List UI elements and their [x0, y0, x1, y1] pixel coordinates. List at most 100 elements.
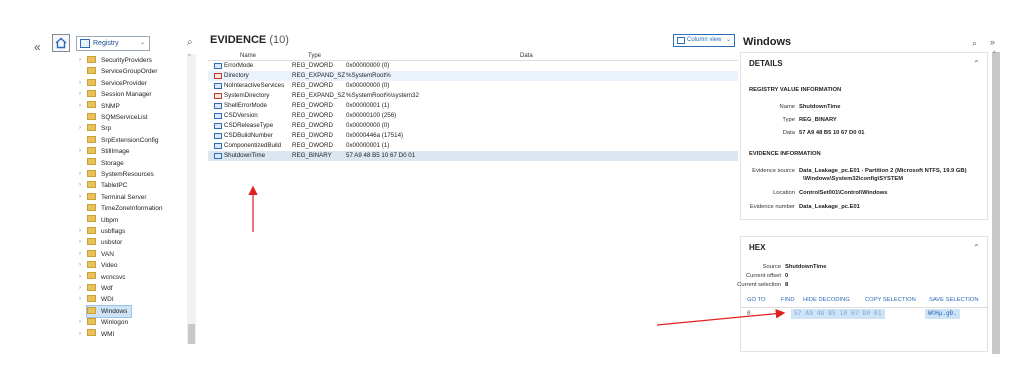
tree-item[interactable]: › usbstor: [79, 237, 122, 248]
scroll-up-icon[interactable]: ^: [188, 54, 191, 60]
scrollbar-thumb[interactable]: [188, 324, 195, 344]
hex-ascii-selection[interactable]: W©Hµ.gÐ.: [925, 309, 960, 319]
expand-arrow-icon[interactable]: ›: [79, 329, 81, 340]
tree-item[interactable]: › SNMP: [79, 101, 120, 112]
tree-item[interactable]: › ServiceProvider: [79, 78, 147, 89]
tree-item[interactable]: › Video: [79, 260, 118, 271]
tree-item[interactable]: SQMServiceList: [87, 112, 148, 123]
tree-item-label: usbflags: [101, 228, 126, 235]
tree-item[interactable]: Storage: [87, 158, 124, 169]
save-selection-button[interactable]: SAVE SELECTION: [929, 297, 979, 303]
tree-item[interactable]: TimeZoneInformation: [87, 203, 163, 214]
binary-value-icon: [214, 113, 222, 119]
expand-arrow-icon[interactable]: ›: [79, 226, 81, 237]
cell-data: %SystemRoot%: [346, 72, 391, 79]
tree-item[interactable]: › VAN: [79, 249, 114, 260]
back-icon[interactable]: «: [34, 40, 41, 54]
tree-item[interactable]: › wcncsvc: [79, 272, 126, 283]
tree-item-label: SecurityProviders: [101, 57, 152, 64]
find-button[interactable]: FIND: [781, 297, 795, 303]
expand-arrow-icon[interactable]: ›: [79, 78, 81, 89]
name-label: Name: [779, 104, 795, 110]
tree-item[interactable]: ServiceGroupOrder: [87, 66, 157, 77]
table-row[interactable]: ShutdownTime REG_BINARY 57 A9 48 B5 10 67 …: [208, 151, 738, 161]
collapse-panel-icon[interactable]: »: [990, 37, 995, 47]
collapse-icon[interactable]: ⌃: [973, 243, 980, 252]
tree-item[interactable]: › WDI: [79, 294, 114, 305]
table-row[interactable]: CSDVersion REG_DWORD 0x00000100 (256): [208, 111, 738, 121]
hex-bytes-selection[interactable]: 57 A9 48 B5 10 67 D0 01: [791, 309, 885, 319]
expand-arrow-icon[interactable]: ›: [79, 146, 81, 157]
tree-item-label: SQMServiceList: [101, 114, 148, 121]
tree-item[interactable]: › Terminal Server: [79, 192, 147, 203]
tree-item[interactable]: › usbflags: [79, 226, 126, 237]
tree-item[interactable]: Windows: [85, 304, 133, 318]
go-to-button[interactable]: GO TO: [747, 297, 765, 303]
expand-arrow-icon[interactable]: ›: [79, 55, 81, 66]
tree-item[interactable]: Ubpm: [87, 215, 118, 226]
tree-item[interactable]: › StillImage: [79, 146, 130, 157]
collapse-icon[interactable]: ⌃: [973, 59, 980, 68]
table-row[interactable]: Directory REG_EXPAND_SZ %SystemRoot%: [208, 71, 738, 81]
source-path-link[interactable]: \Windows\System32\config\SYSTEM: [803, 175, 903, 183]
search-icon[interactable]: ⌕: [972, 38, 977, 49]
expand-arrow-icon[interactable]: ›: [79, 101, 81, 112]
expand-arrow-icon[interactable]: ›: [79, 89, 81, 100]
current-selection-row: Current selection 8: [737, 281, 989, 289]
tree-item[interactable]: › Wdf: [79, 283, 113, 294]
binary-value-icon: [214, 123, 222, 129]
tree-item[interactable]: › SystemResources: [79, 169, 154, 180]
panel-scrollbar[interactable]: ^: [992, 51, 1000, 354]
expand-arrow-icon[interactable]: ›: [79, 123, 81, 134]
folder-icon: [87, 295, 96, 303]
expand-arrow-icon[interactable]: ›: [79, 283, 81, 294]
expand-arrow-icon[interactable]: ›: [79, 317, 81, 328]
column-header-type[interactable]: Type: [308, 52, 321, 61]
expand-arrow-icon[interactable]: ›: [79, 272, 81, 283]
expand-arrow-icon[interactable]: ›: [79, 260, 81, 271]
tree-item[interactable]: SrpExtensionConfig: [87, 135, 158, 146]
tree-scrollbar[interactable]: ^: [187, 54, 196, 344]
column-header-data[interactable]: Data: [520, 52, 533, 61]
column-header-name[interactable]: Name: [240, 52, 256, 61]
registry-tree: › SecurityProviders ServiceGroupOrder › Serv…: [32, 54, 202, 344]
table-row[interactable]: CSDReleaseType REG_DWORD 0x00000000 (0): [208, 121, 738, 131]
expand-arrow-icon[interactable]: ›: [79, 180, 81, 191]
copy-selection-button[interactable]: COPY SELECTION: [865, 297, 916, 303]
registry-icon: [80, 39, 90, 48]
hide-decoding-button[interactable]: HIDE DECODING: [803, 297, 850, 303]
registry-dropdown[interactable]: Registry ⌄: [76, 36, 150, 51]
tree-item[interactable]: › Srp: [79, 123, 111, 134]
scroll-up-icon[interactable]: ^: [993, 51, 996, 57]
string-value-icon: [214, 73, 222, 79]
tree-item[interactable]: › WMI: [79, 329, 114, 340]
cell-data: 0x00000000 (0): [346, 62, 390, 69]
folder-icon: [87, 158, 96, 166]
cell-type: REG_EXPAND_SZ: [292, 72, 346, 79]
folder-icon: [87, 215, 96, 223]
tree-item-label: SNMP: [101, 102, 120, 110]
registry-tree-pane: « Registry ⌄ ⌕ › SecurityProviders Service…: [32, 32, 202, 344]
home-icon[interactable]: [52, 34, 70, 52]
expand-arrow-icon[interactable]: ›: [79, 169, 81, 180]
source-link[interactable]: Data_Leakage_pc.E01 - Partition 2 (Micro…: [799, 167, 967, 175]
table-row[interactable]: NoInteractiveServices REG_DWORD 0x00000000…: [208, 81, 738, 91]
table-row[interactable]: SystemDirectory REG_EXPAND_SZ %SystemRoot%…: [208, 91, 738, 101]
evidence-number-label: Evidence number: [749, 204, 795, 210]
expand-arrow-icon[interactable]: ›: [79, 192, 81, 203]
table-row[interactable]: CSDBuildNumber REG_DWORD 0x0000446a (17514…: [208, 131, 738, 141]
expand-arrow-icon[interactable]: ›: [79, 294, 81, 305]
table-row[interactable]: ErrorMode REG_DWORD 0x00000000 (0): [208, 61, 738, 71]
expand-arrow-icon[interactable]: ›: [79, 237, 81, 248]
table-row[interactable]: ComponentizedBuild REG_DWORD 0x00000001 (1…: [208, 141, 738, 151]
search-icon[interactable]: ⌕: [187, 37, 193, 48]
table-row[interactable]: ShellErrorMode REG_DWORD 0x00000001 (1): [208, 101, 738, 111]
tree-item-label: Video: [101, 262, 118, 270]
tree-item[interactable]: › TabletPC: [79, 180, 127, 191]
folder-icon: [87, 67, 96, 75]
column-view-button[interactable]: Column view ⌄: [673, 34, 735, 47]
tree-item[interactable]: › SecurityProviders: [79, 55, 152, 66]
expand-arrow-icon[interactable]: ›: [79, 249, 81, 260]
tree-item[interactable]: › Winlogon: [79, 317, 128, 328]
tree-item[interactable]: › Session Manager: [79, 89, 152, 100]
